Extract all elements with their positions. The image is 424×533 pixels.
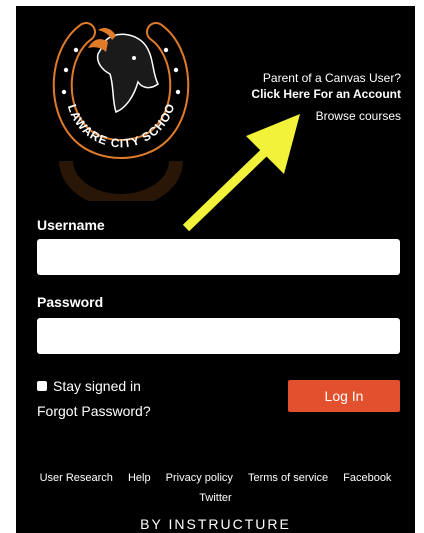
password-label: Password [37, 294, 104, 310]
footer-link-help[interactable]: Help [128, 472, 151, 484]
footer-link-terms-of-service[interactable]: Terms of service [248, 472, 328, 484]
login-panel: DELAWARE CITY SCHOOLS Parent of a Canvas… [16, 6, 415, 533]
login-button[interactable]: Log In [288, 380, 400, 412]
logo-reflection [46, 156, 196, 201]
footer-link-user-research[interactable]: User Research [40, 472, 113, 484]
stay-signed-in-checkbox[interactable] [37, 381, 47, 391]
username-label: Username [37, 217, 105, 233]
school-logo: DELAWARE CITY SCHOOLS [46, 12, 190, 159]
instructure-brand: BY INSTRUCTURE [140, 516, 291, 532]
username-input[interactable] [37, 239, 400, 275]
stay-signed-in-label: Stay signed in [53, 378, 141, 394]
parent-question: Parent of a Canvas User? [262, 71, 401, 85]
footer-link-facebook[interactable]: Facebook [343, 472, 391, 484]
parent-account-link[interactable]: Click Here For an Account [251, 86, 401, 102]
footer-link-twitter[interactable]: Twitter [199, 492, 231, 504]
footer-links: User Research Help Privacy policy Terms … [16, 468, 415, 508]
annotation-arrow-icon [182, 114, 300, 232]
password-input[interactable] [37, 318, 400, 354]
forgot-password-link[interactable]: Forgot Password? [37, 403, 151, 419]
stay-signed-in[interactable]: Stay signed in [37, 378, 141, 394]
footer-link-privacy-policy[interactable]: Privacy policy [166, 472, 233, 484]
